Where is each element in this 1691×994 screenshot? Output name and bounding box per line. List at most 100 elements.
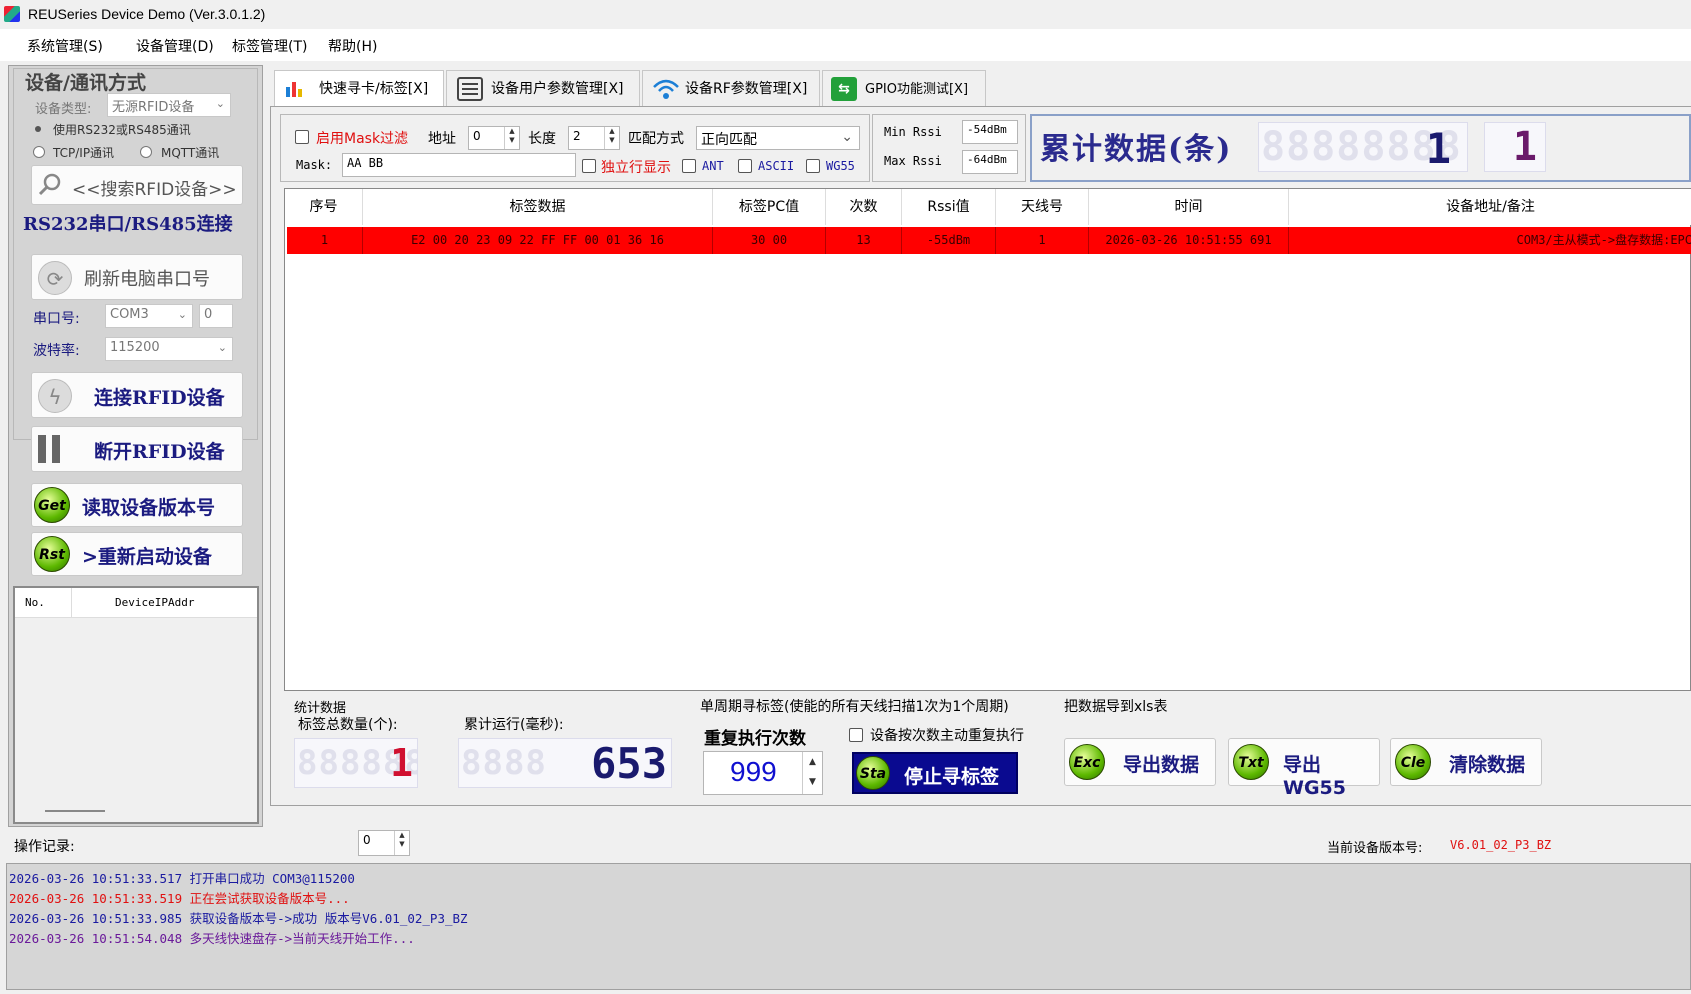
device-list-col-no: No. (25, 596, 45, 609)
tab-quick-scan[interactable]: 快速寻卡/标签[X] (274, 70, 444, 106)
device-type-label: 设备类型: (35, 102, 92, 117)
disconnect-button[interactable]: 断开RFID设备 (31, 426, 243, 472)
log-output[interactable]: 2026-03-26 10:51:33.517 打开串口成功 COM3@1152… (6, 863, 1691, 990)
export-wg55-button[interactable]: Txt 导出WG55 (1228, 738, 1380, 799)
menu-help[interactable]: 帮助(H) (328, 36, 377, 56)
scrollbar-thumb[interactable] (45, 810, 105, 812)
export-data-button[interactable]: Exc 导出数据 (1064, 738, 1216, 786)
repeat-count-stepper[interactable]: 999 ▲ ▼ (703, 751, 823, 795)
run-time-value: 653 (591, 739, 667, 788)
col-header-index[interactable]: 序号 (285, 189, 363, 225)
col-header-pc[interactable]: 标签PC值 (713, 189, 826, 225)
cycle-title: 单周期寻标签(使能的所有天线扫描1次为1个周期) (700, 699, 1009, 715)
table-row[interactable]: 1 E2 00 20 23 09 22 FF FF 00 01 36 16 30… (287, 227, 1691, 254)
min-rssi-input[interactable]: -54dBm (962, 120, 1018, 144)
tab-gpio-test-label: GPIO功能测试[X] (865, 82, 969, 97)
read-version-button[interactable]: Get 读取设备版本号 (31, 483, 243, 527)
tab-rf-params[interactable]: 设备RF参数管理[X] (642, 70, 820, 106)
device-list[interactable]: No. DeviceIPAddr (13, 586, 259, 824)
export-title: 把数据导到xls表 (1064, 699, 1168, 715)
total-count-display: 88888888 1 (1258, 122, 1468, 172)
bar-chart-icon (285, 79, 305, 97)
standalone-checkbox[interactable] (582, 159, 596, 173)
port-select[interactable]: COM3 ⌄ (105, 304, 193, 328)
col-header-tag-data[interactable]: 标签数据 (363, 189, 713, 225)
window-title: REUSeries Device Demo (Ver.3.0.1.2) (28, 6, 266, 22)
tag-count-value: 1 (390, 741, 413, 785)
radio-rs232[interactable]: 使用RS232或RS485通讯 (53, 121, 191, 138)
chevron-down-icon: ⌄ (841, 129, 853, 145)
log-line: 2026-03-26 10:51:33.517 打开串口成功 COM3@1152… (9, 871, 355, 886)
wg55-label: WG55 (826, 159, 855, 173)
mask-filter-label: 启用Mask过滤 (316, 131, 409, 147)
cell-index: 1 (287, 227, 363, 254)
col-header-antenna[interactable]: 天线号 (996, 189, 1089, 225)
length-label: 长度 (528, 131, 556, 147)
log-line: 2026-03-26 10:51:54.048 多天线快速盘存->当前天线开始工… (9, 931, 415, 946)
comm-group-title: 设备/通讯方式 (25, 72, 146, 94)
clear-data-button[interactable]: Cle 清除数据 (1390, 738, 1542, 786)
tab-gpio-test[interactable]: ⇆ GPIO功能测试[X] (822, 70, 986, 106)
max-rssi-input[interactable]: -64dBm (962, 150, 1018, 174)
total-count-label: 累计数据(条) (1040, 132, 1233, 167)
secondary-count-display: 1 (1484, 122, 1546, 172)
port-number-stepper[interactable]: 0 (199, 304, 233, 328)
device-version-label: 当前设备版本号: (1327, 841, 1423, 856)
radio-mqtt-button[interactable] (140, 146, 152, 158)
match-mode-value: 正向匹配 (701, 132, 757, 148)
auto-repeat-checkbox[interactable] (849, 728, 863, 742)
device-list-col-ip: DeviceIPAddr (115, 596, 195, 609)
connect-label: 连接RFID设备 (94, 387, 225, 409)
menu-system[interactable]: 系统管理(S) (27, 36, 103, 56)
log-counter-stepper[interactable]: 0 ▲ ▼ (358, 830, 410, 856)
connect-button[interactable]: ϟ 连接RFID设备 (31, 372, 243, 418)
address-stepper[interactable]: 0 ▲ ▼ (468, 126, 520, 150)
mask-filter-checkbox[interactable] (295, 130, 309, 144)
col-header-time[interactable]: 时间 (1089, 189, 1289, 225)
tag-count-label: 标签总数量(个): (298, 717, 398, 733)
radio-tcp-label: TCP/IP通讯 (53, 146, 115, 160)
ant-checkbox[interactable] (682, 159, 696, 173)
ascii-checkbox[interactable] (738, 159, 752, 173)
mask-input[interactable]: AA BB (342, 153, 576, 177)
restart-label: >重新启动设备 (82, 546, 212, 568)
match-mode-select[interactable]: 正向匹配 ⌄ (696, 126, 860, 150)
cle-icon: Cle (1395, 744, 1431, 780)
baud-select[interactable]: 115200 ⌄ (105, 337, 233, 361)
tab-user-params[interactable]: 设备用户参数管理[X] (446, 70, 640, 106)
wg55-checkbox[interactable] (806, 159, 820, 173)
address-label: 地址 (428, 131, 456, 147)
cell-address: COM3/主从模式->盘存数据:EPC (1516, 233, 1691, 247)
secondary-count-value: 1 (1512, 124, 1537, 170)
col-header-address[interactable]: 设备地址/备注 (1289, 189, 1691, 225)
address-value: 0 (473, 129, 481, 143)
length-stepper[interactable]: 2 ▲ ▼ (568, 126, 620, 150)
cell-pc: 30 00 (713, 227, 826, 254)
exc-icon: Exc (1069, 744, 1105, 780)
log-counter-value: 0 (363, 833, 371, 847)
log-line: 2026-03-26 10:51:33.985 获取设备版本号->成功 版本号V… (9, 911, 468, 926)
tag-table[interactable]: 序号 标签数据 标签PC值 次数 Rssi值 天线号 时间 设备地址/备注 1 … (284, 188, 1691, 691)
export-wg55-label: 导出WG55 (1283, 754, 1346, 799)
radio-tcp-button[interactable] (33, 146, 45, 158)
col-header-count[interactable]: 次数 (826, 189, 902, 225)
app-icon (4, 6, 20, 22)
device-type-select[interactable]: 无源RFID设备 ⌄ (107, 93, 231, 117)
col-header-rssi[interactable]: Rssi值 (902, 189, 996, 225)
restart-button[interactable]: Rst >重新启动设备 (31, 532, 243, 576)
port-label: 串口号: (33, 311, 80, 327)
pause-icon (38, 435, 46, 463)
chevron-down-icon: ⌄ (215, 97, 225, 110)
ant-label: ANT (702, 159, 724, 173)
refresh-ports-button[interactable]: ⟳ 刷新电脑串口号 (31, 254, 243, 300)
search-device-button[interactable]: <<搜索RFID设备>> (31, 165, 243, 205)
stop-scan-button[interactable]: Sta 停止寻标签 (852, 752, 1018, 794)
cell-tag-data: E2 00 20 23 09 22 FF FF 00 01 36 16 (363, 227, 713, 254)
pause-icon-bar (52, 435, 60, 463)
radio-dot-icon (35, 126, 41, 132)
menu-device[interactable]: 设备管理(D) (136, 36, 214, 56)
total-count-value: 1 (1425, 124, 1451, 172)
disconnect-label: 断开RFID设备 (94, 441, 225, 463)
stop-scan-label: 停止寻标签 (904, 766, 1000, 788)
menu-tag[interactable]: 标签管理(T) (232, 36, 307, 56)
